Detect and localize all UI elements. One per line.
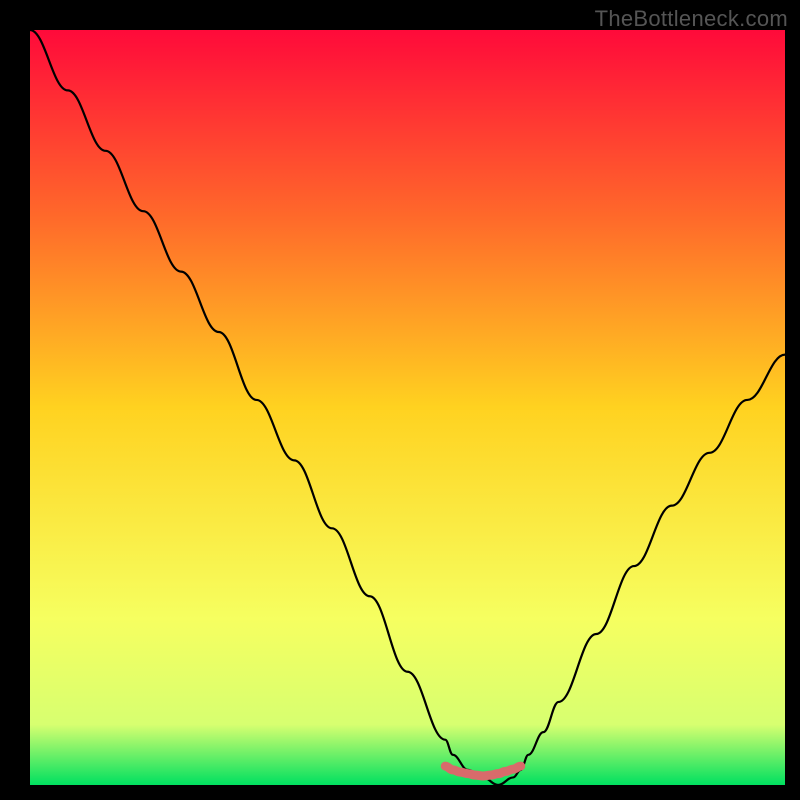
chart-svg <box>30 30 785 785</box>
bottleneck-chart <box>30 30 785 785</box>
watermark-text: TheBottleneck.com <box>595 6 788 32</box>
